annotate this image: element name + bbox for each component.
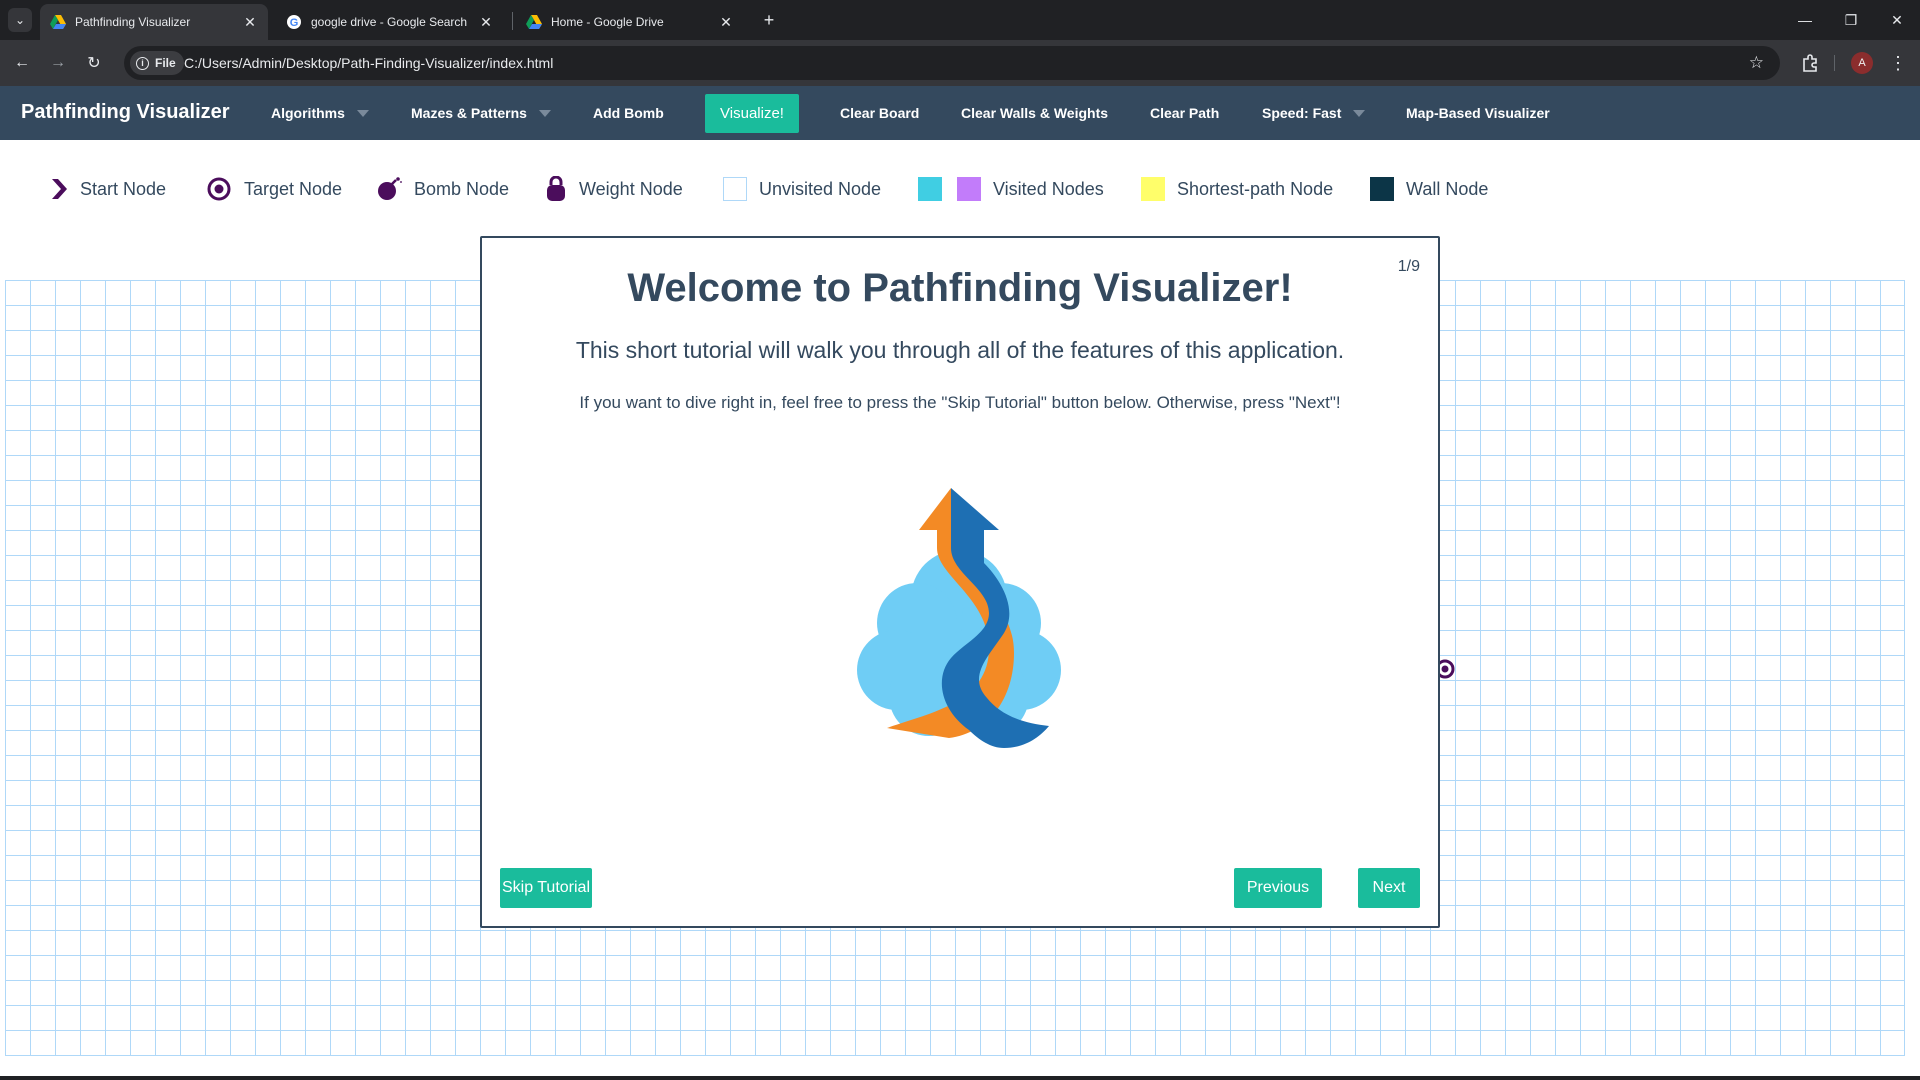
visited-swatch-a [918,177,942,201]
weight-node-icon [545,176,567,202]
svg-text:G: G [290,17,299,29]
mazes-dropdown[interactable]: Mazes & Patterns [411,86,551,140]
legend-label: Target Node [244,178,343,199]
google-icon: G [286,14,302,30]
info-icon: i [136,56,149,70]
tab-pathfinding-visualizer[interactable]: Pathfinding Visualizer ✕ [40,4,268,40]
clear-path-button[interactable]: Clear Path [1150,86,1219,140]
algorithms-label: Algorithms [271,105,345,121]
arrow-right-icon: → [50,54,66,71]
pathfinding-logo [857,488,1061,748]
new-tab-button[interactable]: + [758,8,780,32]
tutorial-subtitle: This short tutorial will walk you throug… [575,337,1345,363]
legend-label: Bomb Node [414,178,510,199]
window-bottom-edge [0,1076,1920,1080]
browser-menu-button[interactable]: ⋮ [1884,49,1912,77]
unvisited-swatch [723,177,747,201]
profile-button[interactable]: A [1848,49,1876,77]
shortest-path-swatch [1141,177,1165,201]
close-icon: ✕ [1891,11,1903,28]
close-window-button[interactable]: ✕ [1874,0,1920,40]
clear-board-button[interactable]: Clear Board [840,86,919,140]
caret-down-icon [538,109,551,117]
bomb-node-icon [376,176,402,202]
arrow-left-icon: ← [14,54,30,71]
legend-shortest-path-node: Shortest-path Node [1141,170,1333,208]
mazes-label: Mazes & Patterns [411,105,527,121]
skip-tutorial-button[interactable]: Skip Tutorial [500,868,592,908]
tutorial-title: Welcome to Pathfinding Visualizer! [627,266,1293,310]
visited-swatch-b [957,177,981,201]
restore-icon: ❐ [1844,11,1858,28]
tutorial-description: If you want to dive right in, feel free … [579,393,1341,412]
visualize-button[interactable]: Visualize! [705,94,799,133]
legend-start-node: Start Node [50,170,166,208]
legend-bomb-node: Bomb Node [376,170,509,208]
start-node-icon [50,177,68,201]
more-vertical-icon: ⋮ [1889,52,1907,73]
puzzle-icon [1803,54,1817,72]
avatar: A [1851,52,1873,74]
caret-down-icon [356,109,369,117]
target-node-icon [206,176,232,202]
legend-label: Unvisited Node [759,178,882,199]
algorithms-dropdown[interactable]: Algorithms [271,86,369,140]
legend-weight-node: Weight Node [545,170,683,208]
legend-label: Visited Nodes [993,178,1104,199]
drive-icon [50,14,66,30]
reload-icon: ↻ [87,55,101,72]
legend-label: Start Node [80,178,167,199]
tutorial-modal: 1/9 Welcome to Pathfinding Visualizer! T… [480,236,1440,928]
legend-wall-node: Wall Node [1370,170,1488,208]
tab-title: google drive - Google Search [311,15,468,29]
address-bar[interactable]: i File C:/Users/Admin/Desktop/Path-Findi… [124,46,1780,80]
clear-walls-weights-button[interactable]: Clear Walls & Weights [961,86,1108,140]
reload-button[interactable]: ↻ [80,49,108,77]
tab-separator [512,12,513,30]
tab-title: Home - Google Drive [551,15,664,29]
close-icon[interactable]: ✕ [478,14,494,30]
legend-unvisited-node: Unvisited Node [723,170,881,208]
toolbar-divider [1834,55,1835,71]
caret-down-icon [1353,109,1366,117]
drive-icon [526,14,542,30]
map-visualizer-link[interactable]: Map-Based Visualizer [1406,86,1550,140]
previous-button[interactable]: Previous [1234,868,1322,908]
legend-visited-nodes: Visited Nodes [918,170,1104,208]
add-bomb-button[interactable]: Add Bomb [593,86,664,140]
chevron-down-icon: ⌄ [14,13,26,27]
legend-label: Wall Node [1406,178,1489,199]
next-button[interactable]: Next [1358,868,1420,908]
browser-tab-bar: ⌄ Pathfinding Visualizer ✕ G google driv… [0,0,1920,40]
node-legend: Start Node Target Node Bomb Node Weight … [0,170,1920,208]
tab-search-button[interactable]: ⌄ [8,8,32,32]
tab-google-search[interactable]: G google drive - Google Search ✕ [276,4,504,40]
plus-icon: + [763,9,775,30]
site-info-chip[interactable]: i File [130,51,184,75]
legend-target-node: Target Node [206,170,342,208]
restore-button[interactable]: ❐ [1828,0,1874,40]
tab-title: Pathfinding Visualizer [75,15,191,29]
extensions-button[interactable] [1796,49,1824,77]
app-navbar: Pathfinding Visualizer Algorithms Mazes … [0,86,1920,140]
speed-dropdown[interactable]: Speed: Fast [1262,86,1366,140]
forward-button[interactable]: → [44,49,72,77]
back-button[interactable]: ← [8,49,36,77]
speed-label: Speed: Fast [1262,105,1342,121]
close-icon[interactable]: ✕ [242,14,258,30]
legend-label: Weight Node [579,178,683,199]
legend-label: Shortest-path Node [1177,178,1334,199]
minimize-button[interactable]: — [1782,0,1828,40]
site-info-label: File [155,56,176,70]
tab-google-drive[interactable]: Home - Google Drive ✕ [516,4,744,40]
url-text[interactable]: C:/Users/Admin/Desktop/Path-Finding-Visu… [184,46,553,80]
minimize-icon: — [1798,12,1812,28]
close-icon[interactable]: ✕ [718,14,734,30]
wall-swatch [1370,177,1394,201]
browser-toolbar: ← → ↻ i File C:/Users/Admin/Desktop/Path… [0,40,1920,86]
bookmark-star-icon[interactable]: ☆ [1749,53,1764,73]
brand-title[interactable]: Pathfinding Visualizer [21,86,230,140]
